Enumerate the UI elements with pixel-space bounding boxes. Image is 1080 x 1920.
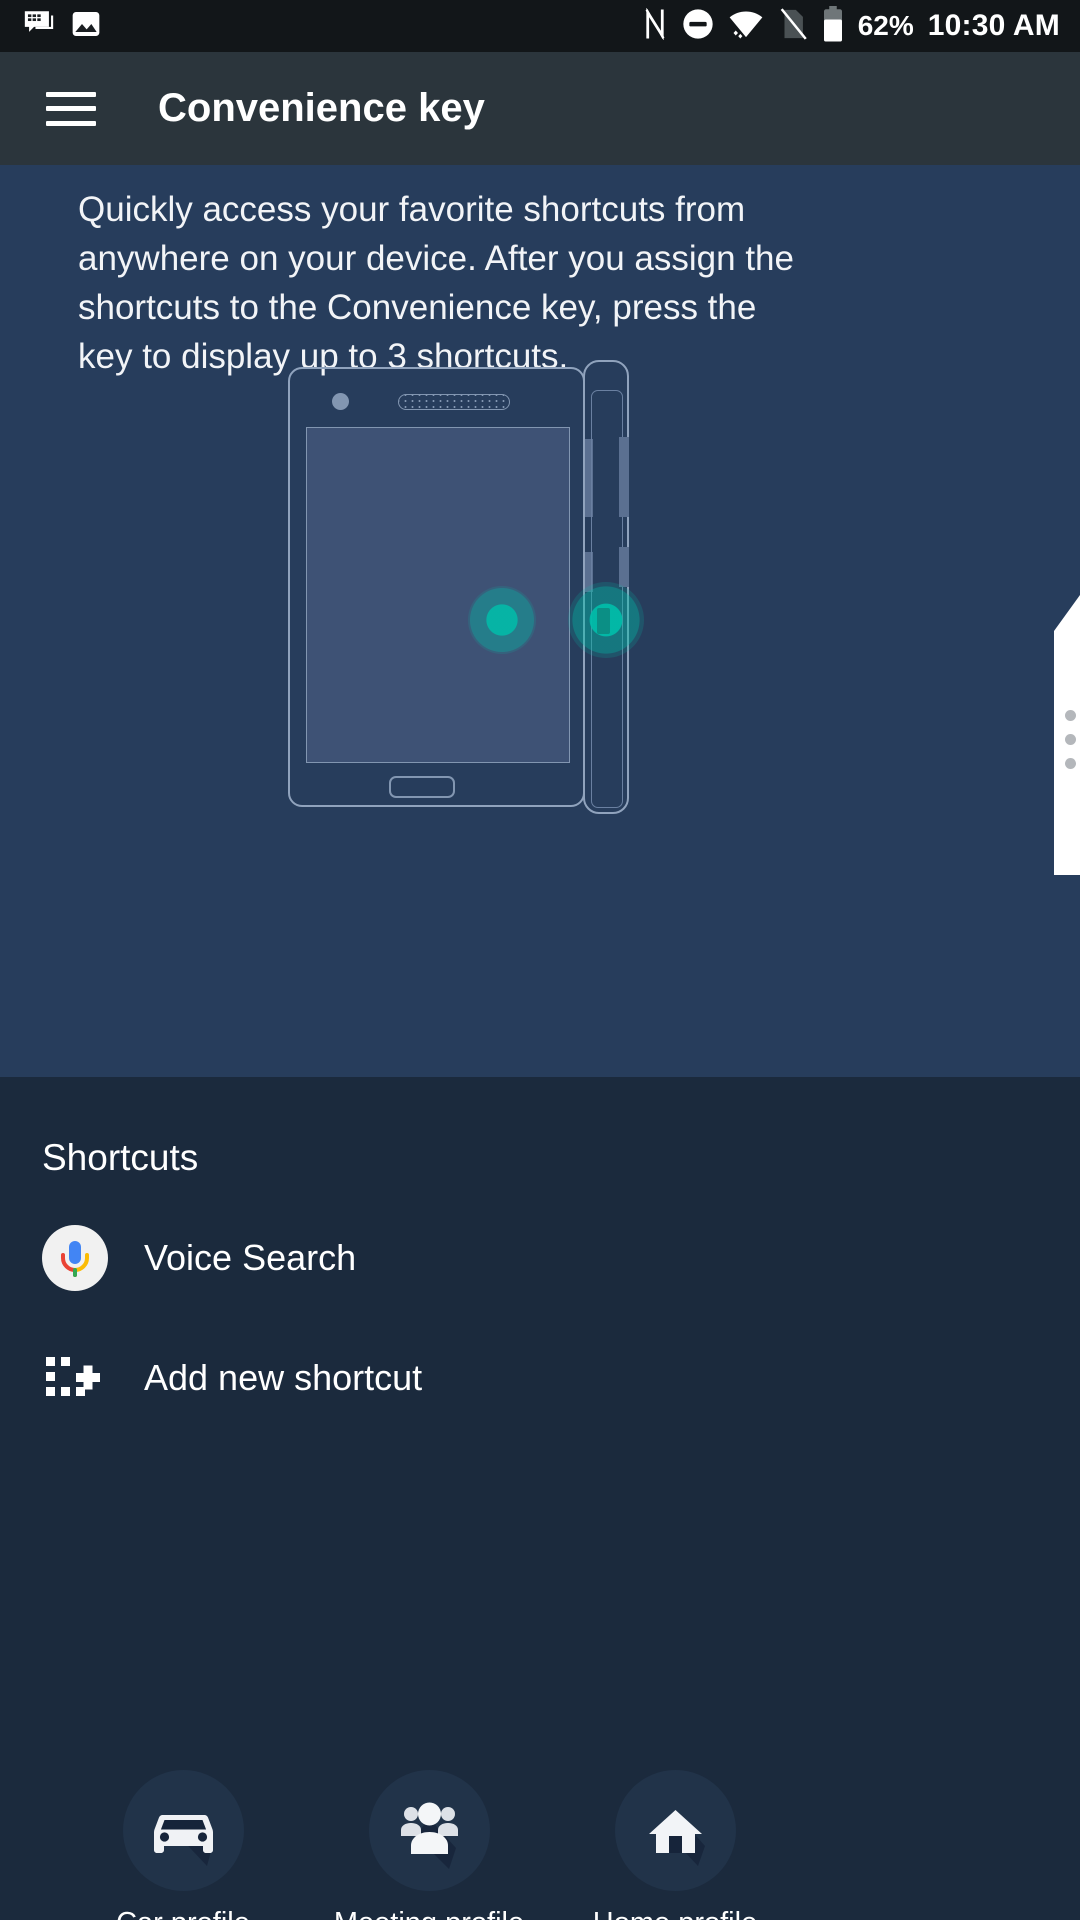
- battery-icon: [822, 5, 844, 47]
- screen: 62% 10:30 AM Convenience key Quickly acc…: [0, 0, 1080, 1920]
- profile-icon-background: [122, 1770, 244, 1891]
- shortcut-label: Voice Search: [144, 1237, 357, 1278]
- carousel-dots: [1065, 710, 1076, 769]
- add-new-shortcut-icon: [42, 1345, 108, 1411]
- shortcut-item-add-new[interactable]: Add new shortcut: [42, 1345, 422, 1411]
- earpiece-speaker: [398, 394, 510, 410]
- profile-label: Meeting profile: [309, 1907, 549, 1920]
- phone-front-view: [288, 367, 593, 807]
- hamburger-line: [46, 91, 96, 97]
- gallery-icon: [70, 8, 102, 45]
- carousel-dot: [1065, 734, 1076, 745]
- convenience-key-illustration: [0, 350, 1080, 820]
- status-bar-system-icons: 62% 10:30 AM: [642, 5, 1060, 47]
- wifi-icon: [728, 8, 764, 45]
- profile-label: Home profile: [555, 1907, 795, 1920]
- google-voice-search-icon: [42, 1225, 108, 1291]
- convenience-key-button: [597, 608, 610, 634]
- profile-label: Car profile: [63, 1907, 303, 1920]
- blackberry-hub-icon: [22, 7, 56, 46]
- profile-button-home[interactable]: Home profile: [555, 1770, 795, 1920]
- carousel-dot: [1065, 710, 1076, 721]
- status-bar: 62% 10:30 AM: [0, 0, 1080, 52]
- battery-percent: 62%: [857, 10, 914, 41]
- hero-panel: Quickly access your favorite shortcuts f…: [0, 165, 1080, 1077]
- status-bar-notification-icons: [22, 7, 102, 46]
- home-button: [389, 776, 455, 798]
- shortcut-label: Add new shortcut: [144, 1357, 423, 1398]
- shortcuts-heading: Shortcuts: [42, 1137, 199, 1178]
- hamburger-line: [46, 106, 96, 111]
- profile-button-car[interactable]: Car profile: [63, 1770, 303, 1920]
- convenience-key-glow-front: [468, 586, 536, 654]
- nfc-icon: [642, 7, 668, 45]
- car-icon: [153, 1815, 213, 1866]
- phone-screen: [306, 427, 570, 763]
- people-group-icon: [400, 1802, 458, 1869]
- hamburger-line: [46, 120, 96, 126]
- profile-icon-background: [368, 1770, 490, 1891]
- app-bar: Convenience key: [0, 52, 1080, 165]
- profiles-row: Car profile: [0, 1770, 1080, 1920]
- side-button-upper: [619, 437, 629, 517]
- profile-button-meeting[interactable]: Meeting profile: [309, 1770, 549, 1920]
- no-sim-icon: [778, 7, 808, 46]
- clock: 10:30 AM: [927, 9, 1060, 42]
- front-camera-dot: [332, 393, 349, 410]
- shortcuts-section: Shortcuts Voice Search Add new shortcut: [0, 1077, 1080, 1920]
- home-icon: [648, 1810, 705, 1866]
- carousel-dot: [1065, 758, 1076, 769]
- do-not-disturb-icon: [682, 8, 714, 45]
- shortcut-item-voice-search[interactable]: Voice Search: [42, 1225, 356, 1291]
- hamburger-menu-icon[interactable]: [46, 91, 96, 126]
- side-button-lower: [619, 547, 629, 587]
- profile-icon-background: [614, 1770, 736, 1891]
- page-title: Convenience key: [158, 86, 485, 130]
